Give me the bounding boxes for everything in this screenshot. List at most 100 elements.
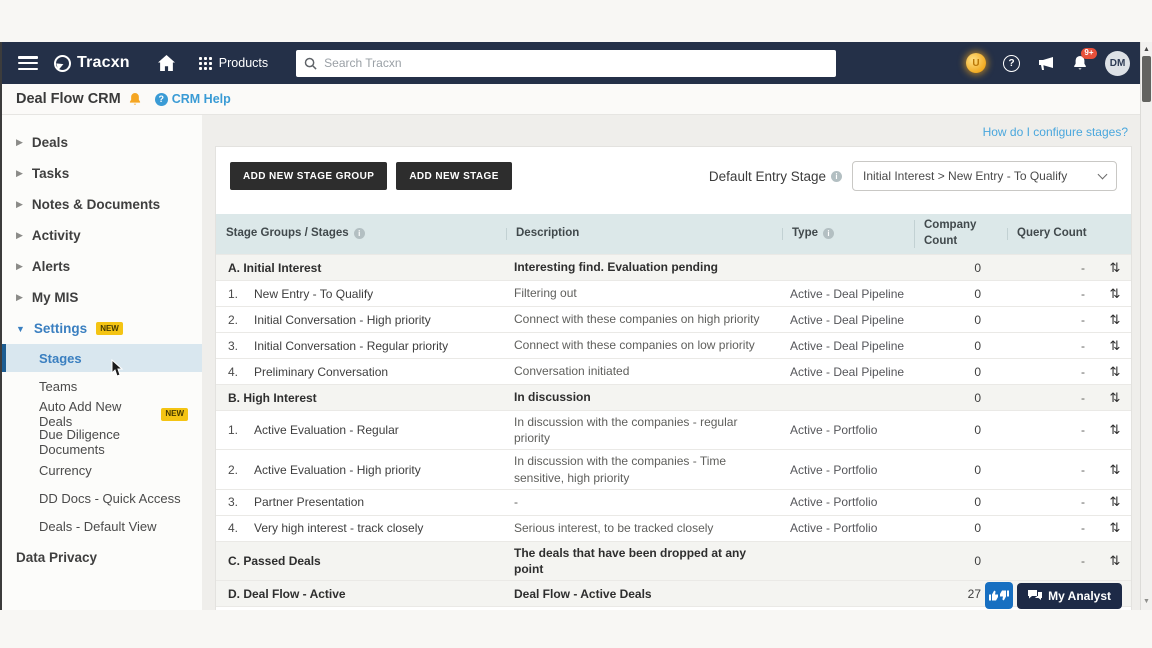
table-row[interactable]: 2. Active Evaluation - High priority In d… — [216, 449, 1131, 489]
reorder-icon[interactable]: ⇅ — [1099, 390, 1131, 406]
table-row[interactable]: 3. Initial Conversation - Regular priorit… — [216, 332, 1131, 358]
my-analyst-button[interactable]: My Analyst — [1017, 583, 1122, 609]
scroll-up-arrow[interactable]: ▲ — [1141, 42, 1152, 56]
chevron-right-icon: ▶ — [16, 261, 23, 271]
search-input[interactable] — [324, 56, 829, 70]
page-title: Deal Flow CRM — [16, 91, 121, 107]
sidebar-subitem-stages[interactable]: Stages — [2, 344, 202, 372]
chevron-right-icon: ▶ — [16, 137, 23, 147]
vertical-scrollbar[interactable]: ▲ ▼ — [1140, 42, 1152, 610]
table-row[interactable]: C. Passed Deals The deals that have been… — [216, 540, 1131, 581]
add-stage-group-button[interactable]: ADD NEW STAGE GROUP — [230, 162, 388, 190]
crm-bell-icon[interactable] — [128, 92, 142, 107]
table-row[interactable]: 1. Active Evaluation - Regular In discuss… — [216, 410, 1131, 450]
sidebar-subitem-teams[interactable]: Teams — [2, 372, 202, 400]
info-icon[interactable] — [353, 228, 365, 240]
table-row[interactable]: 1. New Entry - To Qualify Filtering out A… — [216, 280, 1131, 306]
reorder-icon[interactable]: ⇅ — [1099, 494, 1131, 510]
scroll-down-arrow[interactable]: ▼ — [1141, 594, 1152, 608]
help-icon[interactable]: ? — [1003, 54, 1020, 72]
sidebar-item-my-mis[interactable]: ▶ My MIS — [2, 282, 202, 313]
col-stage-groups: Stage Groups / Stages — [216, 222, 506, 246]
col-company-count: Company Count — [914, 214, 1007, 253]
rewards-coin-icon[interactable]: U — [966, 53, 986, 73]
sidebar-item-activity[interactable]: ▶ Activity — [2, 220, 202, 251]
sidebar-item-data-privacy[interactable]: Data Privacy — [2, 542, 202, 573]
table-row[interactable]: A. Initial Interest Interesting find. Ev… — [216, 254, 1131, 280]
global-search — [296, 49, 837, 77]
feedback-thumbs-button[interactable] — [985, 582, 1014, 609]
sidebar-item-notes-documents[interactable]: ▶ Notes & Documents — [2, 189, 202, 220]
reorder-icon[interactable]: ⇅ — [1099, 422, 1131, 438]
home-icon[interactable] — [157, 55, 175, 71]
table-row[interactable]: 3. Partner Presentation - Active - Portfo… — [216, 488, 1131, 515]
table-row[interactable]: 2. Initial Conversation - High priority C… — [216, 306, 1131, 332]
announcements-icon[interactable] — [1037, 56, 1055, 71]
hamburger-menu-icon[interactable] — [18, 56, 38, 70]
chevron-right-icon: ▶ — [16, 230, 23, 240]
navbar-actions: U ? 9+ DM — [966, 42, 1130, 84]
sidebar: ▶ Deals ▶ Tasks ▶ Notes & Documents ▶ Ac… — [2, 115, 202, 610]
user-avatar[interactable]: DM — [1105, 50, 1130, 76]
sidebar-item-tasks[interactable]: ▶ Tasks — [2, 158, 202, 189]
notification-badge: 9+ — [1080, 47, 1097, 59]
sidebar-subitem-dd-docs-quick-access[interactable]: DD Docs - Quick Access — [2, 484, 202, 512]
sidebar-item-deals[interactable]: ▶ Deals — [2, 127, 202, 158]
tracxn-logo-icon — [54, 54, 71, 72]
app-window: Tracxn Products U ? 9+ — [0, 42, 1152, 610]
tracxn-logo[interactable]: Tracxn — [54, 54, 130, 72]
apps-grid-icon — [198, 56, 212, 70]
chevron-right-icon: ▶ — [16, 292, 23, 302]
thumbs-down-icon — [1000, 590, 1010, 601]
sidebar-subitem-currency[interactable]: Currency — [2, 456, 202, 484]
sidebar-item-settings[interactable]: ▼ Settings NEW — [2, 313, 202, 344]
add-stage-button[interactable]: ADD NEW STAGE — [396, 162, 512, 190]
reorder-icon[interactable]: ⇅ — [1099, 260, 1131, 276]
new-badge: NEW — [96, 322, 123, 335]
table-row[interactable]: B. High Interest In discussion 0 - ⇅ — [216, 384, 1131, 410]
thumbs-up-icon — [989, 590, 999, 601]
chevron-down-icon — [1097, 169, 1108, 179]
chevron-down-icon: ▼ — [16, 323, 25, 334]
brand-name: Tracxn — [77, 54, 130, 71]
sidebar-subitem-due-diligence-documents[interactable]: Due Diligence Documents — [2, 427, 202, 457]
chevron-right-icon: ▶ — [16, 168, 23, 178]
sidebar-item-alerts[interactable]: ▶ Alerts — [2, 251, 202, 282]
new-badge: NEW — [161, 407, 188, 421]
table-row[interactable]: 4. Preliminary Conversation Conversation … — [216, 358, 1131, 384]
page-header: Deal Flow CRM ? CRM Help — [2, 84, 1152, 115]
sidebar-subitem-deals-default-view[interactable]: Deals - Default View — [2, 512, 202, 540]
default-entry-stage-select[interactable]: Initial Interest > New Entry - To Qualif… — [852, 161, 1117, 191]
reorder-icon[interactable]: ⇅ — [1099, 364, 1131, 380]
question-circle-icon: ? — [154, 92, 168, 106]
sidebar-subitem-auto-add-new-deals[interactable]: Auto Add New Deals NEW — [2, 399, 202, 429]
main-content: How do I configure stages? ADD NEW STAGE… — [202, 115, 1152, 610]
col-type: Type — [782, 222, 914, 246]
col-description: Description — [506, 222, 782, 246]
floating-actions: My Analyst — [985, 582, 1122, 609]
reorder-icon[interactable]: ⇅ — [1099, 462, 1131, 478]
default-entry-stage-label: Default Entry Stage — [709, 169, 842, 184]
reorder-icon[interactable]: ⇅ — [1099, 553, 1131, 569]
notifications-bell-icon[interactable]: 9+ — [1072, 47, 1097, 72]
col-reorder — [1099, 230, 1131, 238]
crm-help-link[interactable]: ? CRM Help — [154, 92, 231, 106]
reorder-icon[interactable]: ⇅ — [1099, 520, 1131, 536]
table-row[interactable]: 4. Very high interest - track closely Ser… — [216, 514, 1131, 541]
products-menu[interactable]: Products — [198, 56, 269, 70]
stages-card: ADD NEW STAGE GROUP ADD NEW STAGE Defaul… — [215, 146, 1132, 610]
info-icon[interactable] — [831, 170, 842, 182]
scrollbar-thumb[interactable] — [1142, 56, 1151, 102]
reorder-icon[interactable]: ⇅ — [1099, 338, 1131, 354]
reorder-icon[interactable]: ⇅ — [1099, 312, 1131, 328]
screenshot-canvas: Tracxn Products U ? 9+ — [0, 0, 1152, 648]
col-query-count: Query Count — [1007, 222, 1099, 246]
top-navbar: Tracxn Products U ? 9+ — [2, 42, 1152, 84]
search-icon — [304, 57, 317, 70]
info-icon[interactable] — [823, 228, 834, 240]
configure-stages-link[interactable]: How do I configure stages? — [983, 125, 1128, 139]
chevron-right-icon: ▶ — [16, 199, 23, 209]
reorder-icon[interactable]: ⇅ — [1099, 286, 1131, 302]
products-label: Products — [218, 56, 269, 70]
stages-toolbar: ADD NEW STAGE GROUP ADD NEW STAGE Defaul… — [216, 147, 1131, 214]
